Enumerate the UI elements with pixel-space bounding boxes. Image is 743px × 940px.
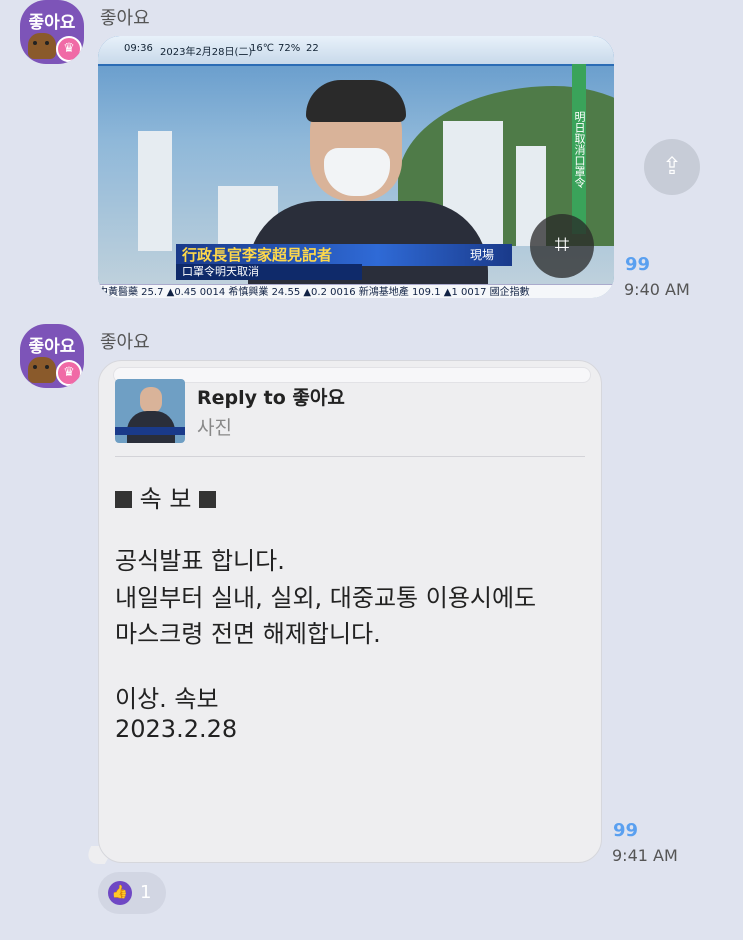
message-line: 마스크령 전면 해제합니다. bbox=[115, 620, 381, 648]
message-time: 9:40 AM bbox=[624, 280, 690, 299]
message-line: 공식발표 합니다. bbox=[115, 547, 285, 575]
text-scan-button[interactable]: ⌗ bbox=[530, 214, 594, 278]
tv-stock-ticker: 中黃醫藥 25.7 ▲0.45 0014 希慎興業 24.55 ▲0.2 001… bbox=[98, 284, 614, 298]
bear-icon bbox=[28, 357, 56, 383]
tv-date: 2023年2月28日(二) bbox=[160, 47, 253, 58]
sender-avatar[interactable]: 좋아요 ♛ bbox=[20, 0, 84, 64]
crown-icon: ♛ bbox=[56, 36, 82, 62]
reply-divider bbox=[115, 456, 585, 457]
tv-onsite-label: 現場 bbox=[470, 248, 495, 262]
tv-humidity: 72% bbox=[278, 43, 301, 54]
message-line: 2023.2.28 bbox=[115, 715, 238, 743]
tv-sidebar: 明日取消口罩令 bbox=[572, 64, 586, 234]
read-count: 99 bbox=[613, 820, 639, 841]
message-time: 9:41 AM bbox=[612, 846, 678, 865]
reaction-chip[interactable]: 👍 1 bbox=[98, 872, 166, 914]
thumbs-up-icon: 👍 bbox=[108, 881, 132, 905]
heading-text: 속 보 bbox=[139, 485, 192, 513]
reply-title: Reply to 좋아요 bbox=[197, 387, 345, 409]
share-button[interactable]: ⇪ bbox=[644, 139, 700, 195]
text-scan-icon: ⌗ bbox=[554, 230, 570, 260]
message-bubble[interactable]: Reply to 좋아요 사진 속 보 공식발표 합니다. 내일부터 실내, 실… bbox=[98, 360, 602, 863]
message-line: 내일부터 실내, 실외, 대중교통 이용시에도 bbox=[115, 584, 537, 612]
avatar-label: 좋아요 bbox=[28, 13, 76, 33]
message-line: 이상. 속보 bbox=[115, 685, 219, 713]
photo-building bbox=[138, 131, 172, 251]
reaction-count: 1 bbox=[140, 882, 152, 903]
tv-topbar: 09:36 2023年2月28日(二) 16℃ 72% 22 bbox=[98, 36, 614, 66]
read-count: 99 bbox=[625, 254, 651, 275]
bear-icon bbox=[28, 33, 56, 59]
sender-name: 좋아요 bbox=[100, 8, 150, 29]
sender-name: 좋아요 bbox=[100, 332, 150, 353]
photo-person-hair bbox=[306, 80, 406, 122]
tv-caption-sub: 口罩令明天取消 bbox=[176, 264, 362, 280]
thumb-caption-bar bbox=[115, 427, 185, 435]
reply-subtitle: 사진 bbox=[197, 417, 232, 439]
tv-time: 09:36 bbox=[124, 43, 153, 54]
photo-message[interactable]: 09:36 2023年2月28日(二) 16℃ 72% 22 明日取消口罩令 行… bbox=[98, 36, 614, 298]
reply-thumbnail[interactable] bbox=[115, 379, 185, 443]
tv-temp: 16℃ bbox=[250, 43, 274, 54]
share-icon: ⇪ bbox=[661, 152, 683, 180]
message-heading: 속 보 bbox=[115, 479, 217, 514]
thumb-head bbox=[140, 387, 162, 413]
sender-avatar[interactable]: 좋아요 ♛ bbox=[20, 324, 84, 388]
tv-uv: 22 bbox=[306, 43, 319, 54]
black-square-icon bbox=[115, 491, 132, 508]
black-square-icon bbox=[199, 491, 217, 508]
crown-icon: ♛ bbox=[56, 360, 82, 386]
tv-caption-main: 行政長官李家超見記者 bbox=[176, 244, 512, 266]
avatar-label: 좋아요 bbox=[28, 337, 76, 357]
